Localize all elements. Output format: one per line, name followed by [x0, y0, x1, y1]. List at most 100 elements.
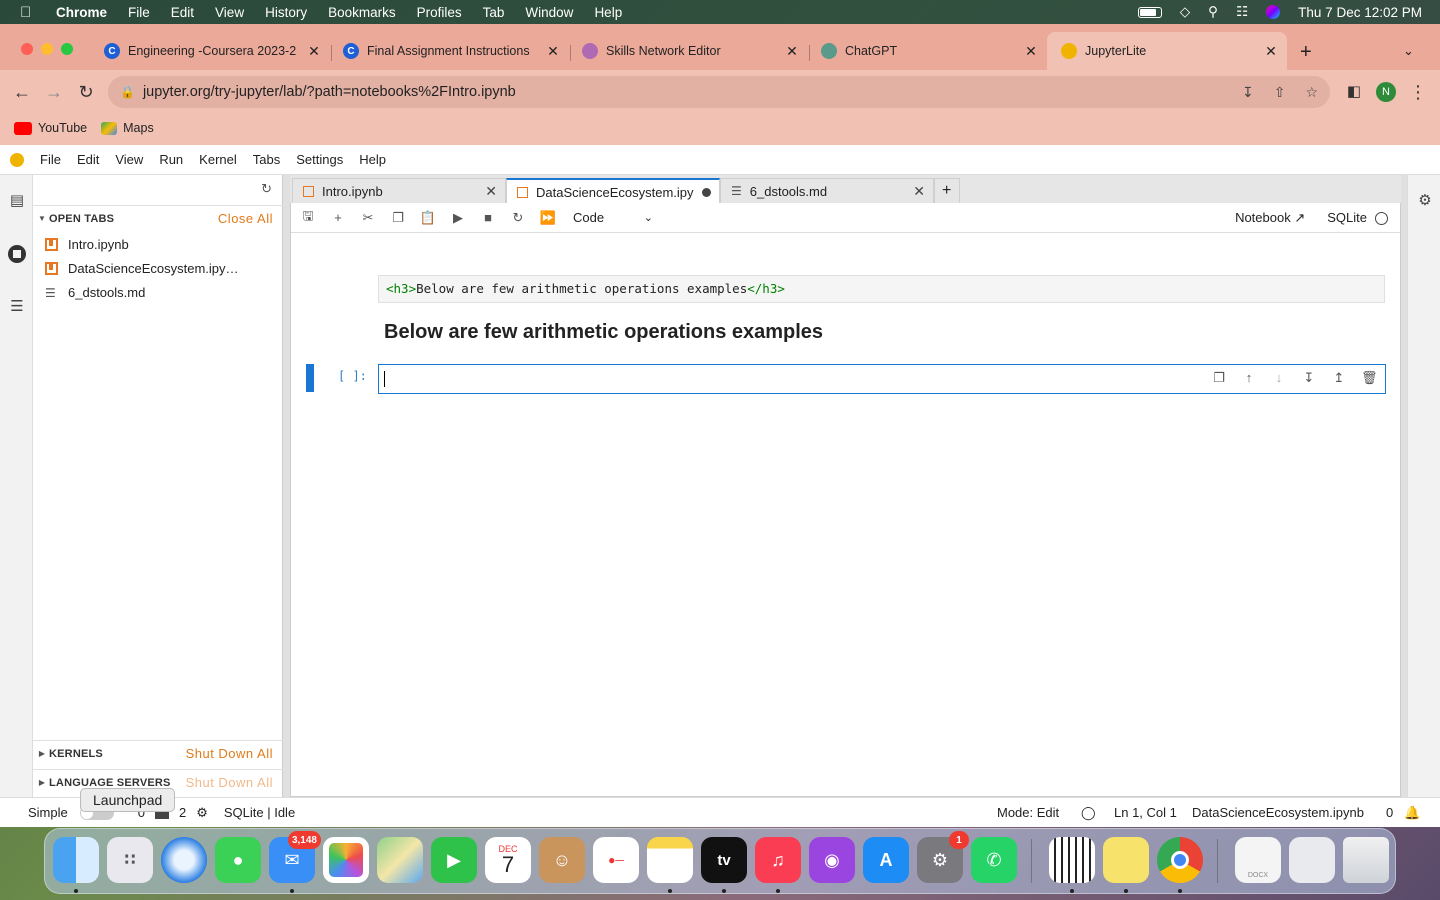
insert-cell-icon[interactable]: +: [323, 210, 353, 225]
close-tab-icon[interactable]: ✕: [545, 43, 561, 60]
bell-icon[interactable]: 🔔: [1404, 805, 1420, 821]
kernel-selector[interactable]: SQLite: [1327, 210, 1388, 226]
move-up-icon[interactable]: ↑: [1241, 370, 1257, 386]
piano-app-icon[interactable]: [1049, 837, 1095, 883]
chrome-icon[interactable]: [1157, 837, 1203, 883]
profile-avatar[interactable]: N: [1376, 82, 1396, 102]
messages-icon[interactable]: ●: [215, 837, 261, 883]
menubar-app-name[interactable]: Chrome: [56, 5, 107, 20]
menubar-edit[interactable]: Edit: [171, 5, 194, 20]
kernels-count[interactable]: 2: [179, 805, 186, 820]
doc-tab-datascienceecosystem[interactable]: DataScienceEcosystem.ipy: [506, 178, 720, 204]
menubar-view[interactable]: View: [215, 5, 244, 20]
doc-tab-dstools[interactable]: ☰ 6_dstools.md ✕: [720, 178, 934, 203]
duplicate-cell-icon[interactable]: ❐: [1211, 370, 1227, 386]
close-window-button[interactable]: [21, 43, 33, 55]
open-in-notebook-button[interactable]: Notebook ↗: [1235, 210, 1305, 226]
siri-icon[interactable]: [1266, 5, 1281, 19]
close-all-button[interactable]: Close All: [218, 211, 273, 226]
browser-tab-final-assignment[interactable]: C Final Assignment Instructions ✕: [329, 32, 569, 70]
copy-icon[interactable]: ❐: [383, 210, 413, 226]
lock-icon[interactable]: 🔒: [120, 85, 135, 99]
move-down-icon[interactable]: ↓: [1271, 370, 1287, 386]
delete-cell-icon[interactable]: 🗑: [1361, 370, 1378, 386]
running-kernels-icon[interactable]: [8, 245, 26, 263]
doc-tab-intro[interactable]: Intro.ipynb ✕: [292, 178, 506, 203]
share-icon[interactable]: ⇧: [1274, 84, 1286, 101]
forward-arrow-icon[interactable]: →: [42, 80, 66, 104]
facetime-icon[interactable]: ▶: [431, 837, 477, 883]
cut-icon[interactable]: ✂: [353, 210, 383, 226]
browser-tab-jupyterlite[interactable]: JupyterLite ✕: [1047, 32, 1287, 70]
close-icon[interactable]: ✕: [485, 183, 497, 200]
close-icon[interactable]: ✕: [913, 183, 925, 200]
fast-forward-icon[interactable]: ⏩: [533, 210, 563, 226]
podcasts-icon[interactable]: ◉: [809, 837, 855, 883]
trash-icon[interactable]: [1343, 837, 1389, 883]
open-tab-item[interactable]: ☰ 6_dstools.md: [45, 285, 145, 300]
notes-icon[interactable]: [647, 837, 693, 883]
side-panel-icon[interactable]: ◧: [1342, 80, 1366, 104]
bookmark-star-icon[interactable]: ☆: [1305, 84, 1318, 101]
apple-icon[interactable]: : [20, 4, 38, 21]
browser-tab-skills-network[interactable]: Skills Network Editor ✕: [568, 32, 808, 70]
menubar-tab[interactable]: Tab: [483, 5, 505, 20]
launchpad-icon[interactable]: ∷: [107, 837, 153, 883]
reminders-icon[interactable]: ●─: [593, 837, 639, 883]
spotlight-search-icon[interactable]: ⚲: [1208, 4, 1218, 20]
browser-tab-chatgpt[interactable]: ChatGPT ✕: [807, 32, 1047, 70]
bookmark-maps[interactable]: Maps: [101, 121, 154, 135]
jupyter-menu-file[interactable]: File: [40, 152, 61, 167]
run-icon[interactable]: ▶: [443, 210, 473, 226]
whatsapp-icon[interactable]: ✆: [971, 837, 1017, 883]
apple-tv-icon[interactable]: tv: [701, 837, 747, 883]
jupyter-menu-kernel[interactable]: Kernel: [199, 152, 237, 167]
shut-down-all-kernels-button[interactable]: Shut Down All: [186, 746, 273, 761]
cell-type-select[interactable]: Code ⌄: [573, 210, 653, 225]
install-app-icon[interactable]: ↧: [1242, 84, 1254, 101]
menubar-profiles[interactable]: Profiles: [417, 5, 462, 20]
insert-above-icon[interactable]: ↥: [1331, 370, 1347, 386]
close-tab-icon[interactable]: ✕: [1263, 43, 1279, 60]
system-settings-icon[interactable]: ⚙ 1: [917, 831, 969, 883]
minimize-window-button[interactable]: [41, 43, 53, 55]
insert-below-icon[interactable]: ↧: [1301, 370, 1317, 386]
tab-search-chevron-icon[interactable]: ⌄: [1403, 43, 1414, 59]
kernels-section-header[interactable]: ▶ KERNELS Shut Down All: [33, 740, 283, 766]
jupyter-menu-run[interactable]: Run: [159, 152, 183, 167]
calendar-icon[interactable]: DEC 7: [485, 837, 531, 883]
more-menu-icon[interactable]: ⋮: [1406, 80, 1430, 104]
mail-icon[interactable]: ✉ 3,148: [269, 831, 321, 883]
wifi-icon[interactable]: ◇: [1180, 4, 1190, 20]
new-tab-button[interactable]: +: [1300, 41, 1312, 64]
open-tab-item[interactable]: Intro.ipynb: [45, 237, 129, 252]
menubar-history[interactable]: History: [265, 5, 307, 20]
menubar-help[interactable]: Help: [594, 5, 622, 20]
menubar-clock[interactable]: Thu 7 Dec 12:02 PM: [1298, 5, 1422, 20]
trusted-shield-icon[interactable]: ◯: [1081, 805, 1096, 821]
menubar-window[interactable]: Window: [525, 5, 573, 20]
menubar-file[interactable]: File: [128, 5, 150, 20]
safari-icon[interactable]: [161, 837, 207, 883]
zoom-window-button[interactable]: [61, 43, 73, 55]
jupyter-menu-edit[interactable]: Edit: [77, 152, 99, 167]
finder-icon[interactable]: [53, 837, 99, 883]
save-icon[interactable]: 🖫: [293, 207, 323, 229]
kernel-status-text[interactable]: SQLite | Idle: [224, 805, 295, 820]
bookmark-youtube[interactable]: YouTube: [14, 121, 87, 135]
jupyter-menu-view[interactable]: View: [115, 152, 143, 167]
menubar-bookmarks[interactable]: Bookmarks: [328, 5, 396, 20]
table-of-contents-icon[interactable]: ☰: [8, 297, 26, 315]
close-tab-icon[interactable]: ✕: [1023, 43, 1039, 60]
browser-tab-coursera-engineering[interactable]: C Engineering -Coursera 2023-2 ✕: [90, 32, 330, 70]
contacts-icon[interactable]: ☺: [539, 837, 585, 883]
new-launcher-button[interactable]: +: [934, 178, 960, 203]
unsaved-dot-icon[interactable]: [702, 188, 711, 197]
open-tab-item[interactable]: DataScienceEcosystem.ipy…: [45, 261, 239, 276]
reload-icon[interactable]: ↻: [74, 80, 98, 104]
docx-file-icon[interactable]: DOCX: [1235, 837, 1281, 883]
app-store-icon[interactable]: A: [863, 837, 909, 883]
battery-icon[interactable]: [1137, 6, 1162, 18]
cursor-position[interactable]: Ln 1, Col 1: [1114, 805, 1177, 820]
restart-icon[interactable]: ↻: [503, 210, 533, 226]
